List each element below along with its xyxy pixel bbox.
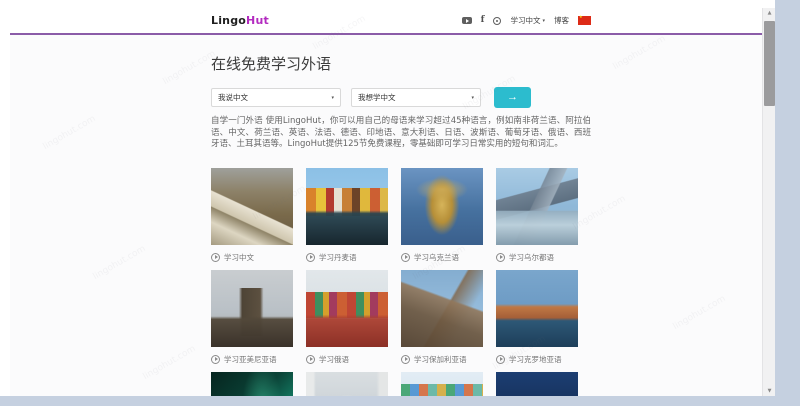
main-content: 在线免费学习外语 我说中文 ▾ 我想学中文 ▾ → 自学一门外语 使用Lingo… — [211, 53, 591, 396]
card-label-text: 学习乌尔都语 — [509, 252, 554, 263]
card-learn-armenian[interactable]: 学习亚美尼亚语 — [211, 270, 293, 372]
card-label-text: 学习俄语 — [319, 354, 349, 365]
card-label-text: 学习乌克兰语 — [414, 252, 459, 263]
logo-part-hut: Hut — [246, 14, 269, 27]
facebook-icon[interactable]: f — [481, 16, 485, 25]
play-circle-icon — [496, 355, 505, 364]
chevron-down-icon: ▾ — [542, 18, 545, 24]
card-learn-danish[interactable]: 学习丹麦语 — [306, 168, 388, 270]
card-image-dubrovnik-coast — [496, 270, 578, 347]
play-circle-icon — [306, 253, 315, 262]
card-label-text: 学习中文 — [224, 252, 254, 263]
card-learn-urdu[interactable]: 学习乌尔都语 — [496, 168, 578, 270]
learn-language-select[interactable]: 我想学中文 ▾ — [351, 88, 481, 107]
card-image-kyiv-angel-monument — [401, 168, 483, 245]
card-row3-1[interactable] — [211, 372, 293, 397]
card-image-white-cathedral-dome — [306, 372, 388, 397]
intro-paragraph: 自学一门外语 使用LingoHut，你可以用自己的母语来学习超过45种语言，例如… — [211, 116, 591, 151]
card-row3-3[interactable] — [401, 372, 483, 397]
card-image-nyhavn-harbor — [306, 168, 388, 245]
browser-viewport: LingoHut f 学习中文 ▾ 博客 在线免费学习外语 我说中文 — [10, 8, 762, 396]
card-label: 学习亚美尼亚语 — [211, 347, 293, 372]
language-menu-label: 学习中文 — [510, 15, 540, 26]
window-frame-right — [775, 0, 800, 406]
card-learn-russian[interactable]: 学习俄语 — [306, 270, 388, 372]
language-menu[interactable]: 学习中文 ▾ — [510, 15, 545, 26]
card-label: 学习乌尔都语 — [496, 245, 578, 270]
card-image-budapest-parliament-night — [496, 372, 578, 397]
watermark-text: lingohut.com — [141, 344, 197, 382]
card-label-text: 学习亚美尼亚语 — [224, 354, 277, 365]
header-nav: f 学习中文 ▾ 博客 — [462, 15, 591, 26]
watermark-text: lingohut.com — [41, 114, 97, 152]
card-image-mountain-lake — [496, 168, 578, 245]
card-image-great-wall — [211, 168, 293, 245]
play-circle-icon — [496, 253, 505, 262]
card-learn-croatian[interactable]: 学习克罗地亚语 — [496, 270, 578, 372]
site-header: LingoHut f 学习中文 ▾ 博客 — [10, 8, 762, 35]
vertical-scrollbar[interactable]: ▲ ▼ — [762, 8, 775, 396]
card-image-armenian-monastery — [211, 270, 293, 347]
card-row3-4[interactable] — [496, 372, 578, 397]
card-learn-chinese[interactable]: 学习中文 — [211, 168, 293, 270]
lingohut-logo[interactable]: LingoHut — [211, 14, 269, 27]
card-label: 学习保加利亚语 — [401, 347, 483, 372]
card-label-text: 学习丹麦语 — [319, 252, 357, 263]
youtube-icon[interactable] — [462, 17, 472, 24]
card-image-gaudi-mosaic-towers — [401, 372, 483, 397]
play-circle-icon — [211, 355, 220, 364]
card-image-aurora-night-sky — [211, 372, 293, 397]
watermark-text: lingohut.com — [161, 49, 217, 87]
card-image-belogradchik-rocks — [401, 270, 483, 347]
card-label: 学习俄语 — [306, 347, 388, 372]
card-label: 学习克罗地亚语 — [496, 347, 578, 372]
card-image-st-basils-cathedral — [306, 270, 388, 347]
blog-link-label: 博客 — [554, 15, 569, 26]
card-label: 学习乌克兰语 — [401, 245, 483, 270]
watermark-text: lingohut.com — [611, 34, 667, 72]
card-label: 学习中文 — [211, 245, 293, 270]
china-flag-icon[interactable] — [578, 16, 591, 25]
play-circle-icon — [401, 253, 410, 262]
language-selector-row: 我说中文 ▾ 我想学中文 ▾ → — [211, 87, 591, 108]
logo-part-lingo: Lingo — [211, 14, 246, 27]
go-button[interactable]: → — [494, 87, 531, 108]
scrollbar-thumb[interactable] — [764, 21, 775, 106]
watermark-text: lingohut.com — [91, 244, 147, 282]
page-title: 在线免费学习外语 — [211, 53, 591, 74]
learn-language-value: 我想学中文 — [358, 92, 396, 103]
card-learn-bulgarian[interactable]: 学习保加利亚语 — [401, 270, 483, 372]
speak-language-value: 我说中文 — [218, 92, 248, 103]
play-circle-icon — [401, 355, 410, 364]
blog-link[interactable]: 博客 — [554, 15, 569, 26]
chevron-down-icon: ▾ — [331, 95, 334, 101]
chevron-down-icon: ▾ — [471, 95, 474, 101]
arrow-right-icon: → — [507, 91, 518, 103]
card-label: 学习丹麦语 — [306, 245, 388, 270]
play-circle-icon — [306, 355, 315, 364]
watermark-text: lingohut.com — [671, 294, 727, 332]
speak-language-select[interactable]: 我说中文 ▾ — [211, 88, 341, 107]
play-circle-icon — [211, 253, 220, 262]
language-card-grid: 学习中文 学习丹麦语 学习乌克兰语 学习乌尔都语 学习亚美尼亚语 学习俄语 — [211, 168, 591, 397]
pinterest-icon[interactable] — [493, 17, 501, 25]
card-row3-2[interactable] — [306, 372, 388, 397]
card-label-text: 学习克罗地亚语 — [509, 354, 562, 365]
window-frame-bottom — [0, 396, 800, 406]
card-label-text: 学习保加利亚语 — [414, 354, 467, 365]
card-learn-ukrainian[interactable]: 学习乌克兰语 — [401, 168, 483, 270]
